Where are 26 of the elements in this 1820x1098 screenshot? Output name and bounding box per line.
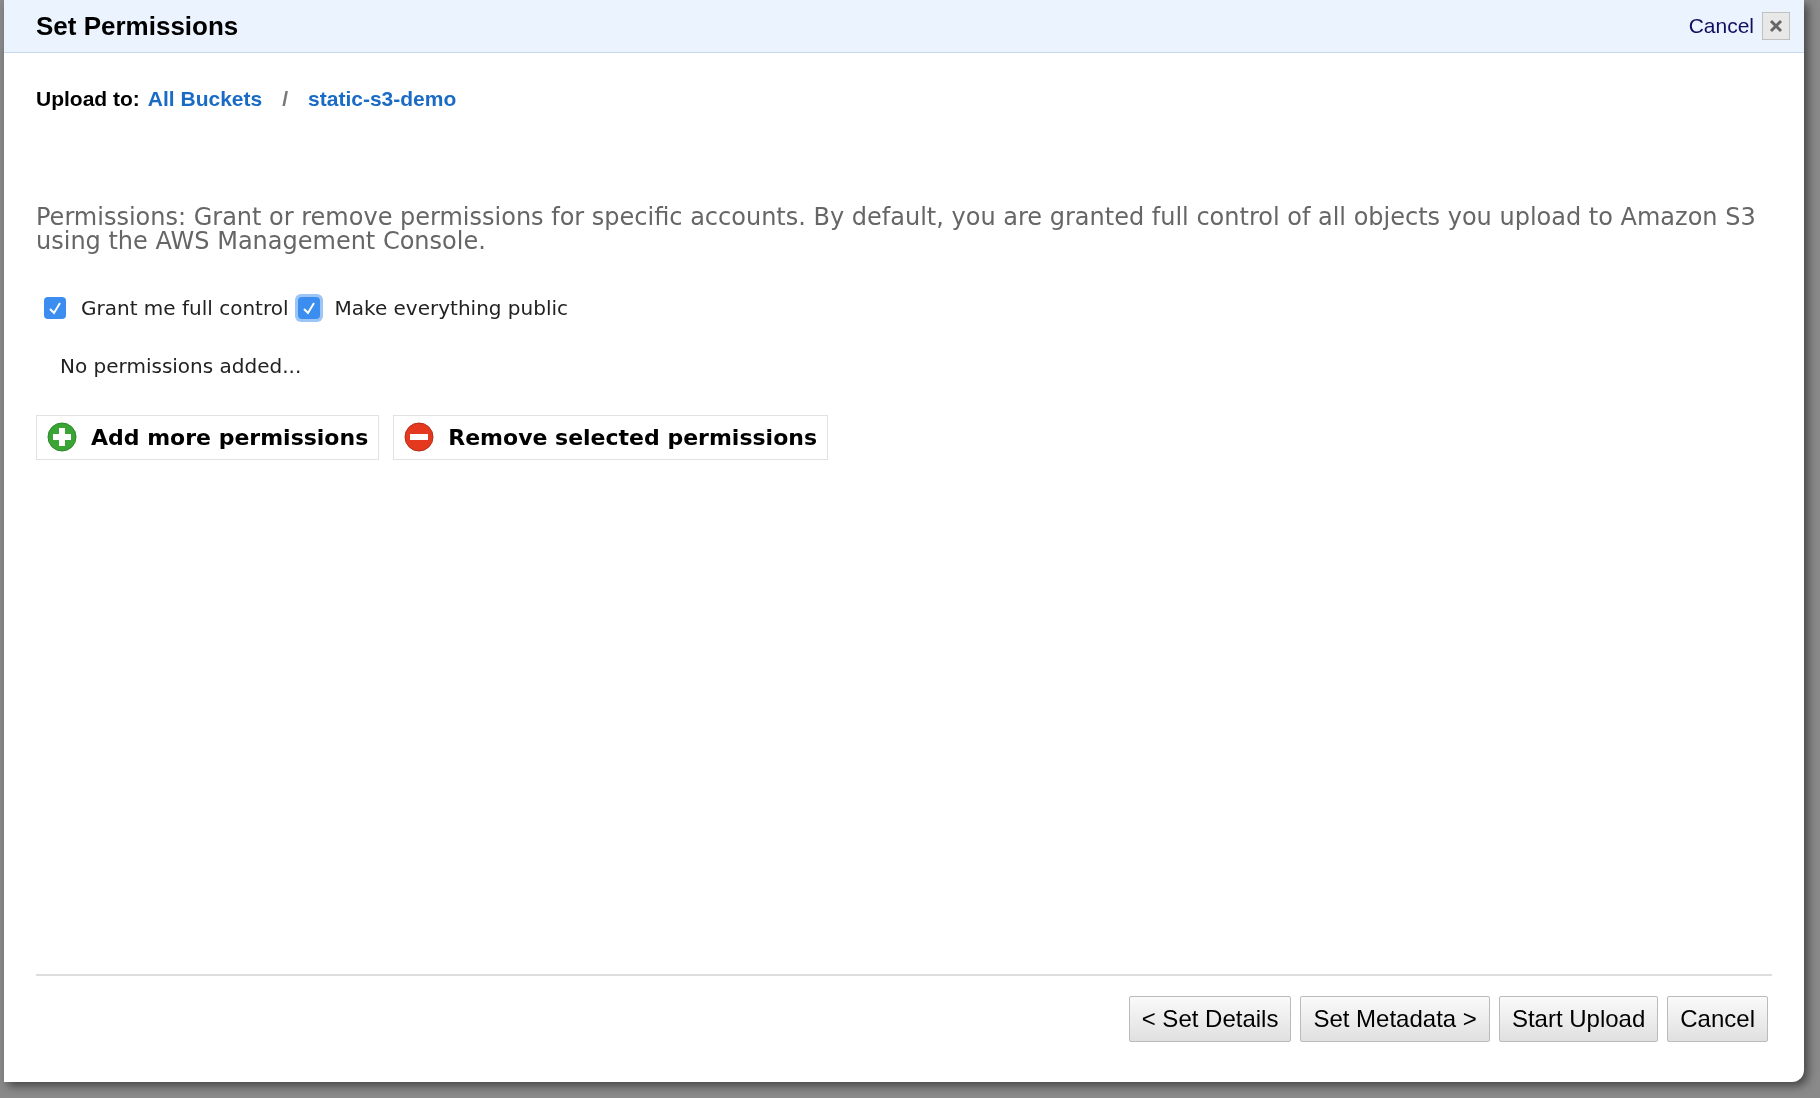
footer-button[interactable]: Start Upload [1498,996,1659,1042]
checkbox-label: Grant me full control [81,294,289,322]
footer-button[interactable]: < Set Details [1128,996,1292,1042]
footer-button[interactable]: Cancel [1667,996,1768,1042]
dialog-title: Set Permissions [36,9,239,43]
footer-button[interactable]: Set Metadata > [1300,996,1490,1042]
permissions-description: Permissions: Grant or remove permissions for specific accounts. By default, you are granted full control of all objects you upload to Amazon S3 using the AWS Management Console. [36,204,1757,253]
checkmark-icon [301,300,316,315]
checkmark-icon [48,300,62,315]
breadcrumb-link[interactable]: static-s3-demo [308,83,457,115]
minus-icon [404,422,435,452]
breadcrumb-link[interactable]: All Buckets [147,83,263,115]
checkbox-label: Make everything public [334,294,569,322]
empty-message: No permissions added... [60,352,303,380]
remove-permissions-button[interactable]: Remove selected permissions [393,414,828,460]
close-icon [1769,19,1783,33]
upload-to-label: Upload to: [36,86,140,112]
checkbox[interactable] [44,296,66,319]
close-button[interactable] [1762,12,1790,40]
plus-icon [47,422,77,452]
cancel-link[interactable]: Cancel [1688,10,1754,42]
add-permissions-button[interactable]: Add more permissions [36,414,380,460]
checkbox[interactable] [297,296,320,319]
checkbox-option[interactable]: Make everything public [294,292,569,323]
breadcrumb-separator: / [282,86,289,112]
checkbox-option[interactable]: Grant me full control [41,292,289,323]
